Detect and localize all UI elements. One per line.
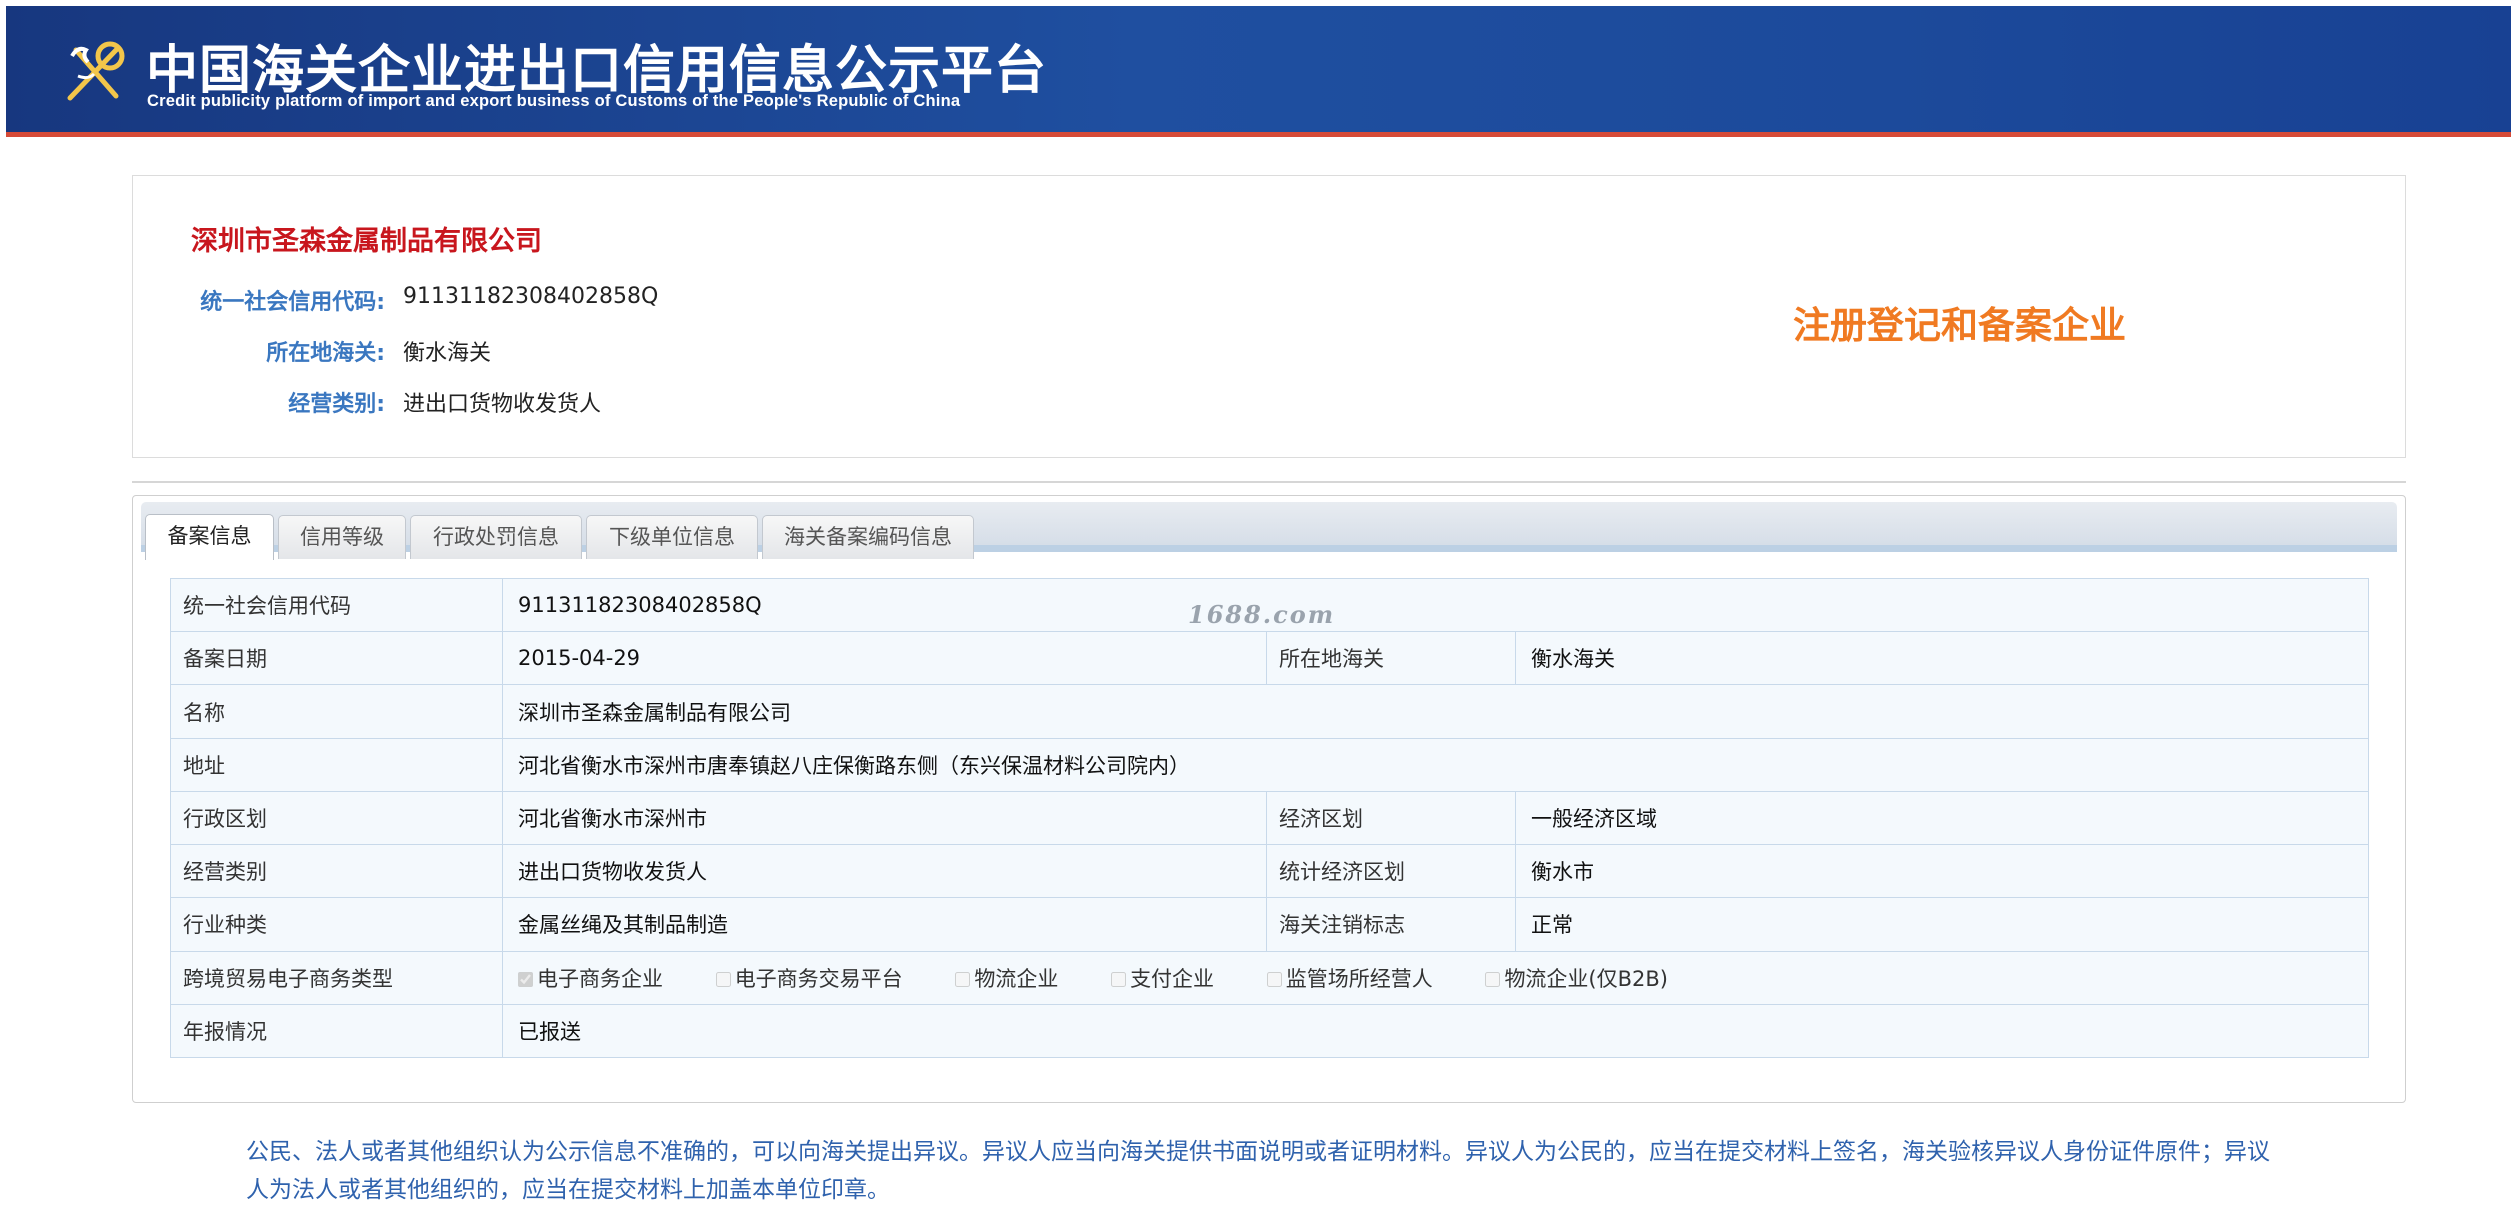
company-summary: 深圳市圣森金属制品有限公司 统一社会信用代码: 9113118230840285…: [132, 175, 2406, 458]
record-date-label: 备案日期: [170, 631, 503, 686]
address-label: 地址: [170, 737, 503, 792]
ecommerce-option-logistics-b2b[interactable]: 物流企业(仅B2B): [1485, 963, 1668, 993]
credit-code-value: 91131182308402858Q: [501, 577, 2370, 633]
business-type-value: 进出口货物收发货人: [502, 844, 1267, 899]
summary-customs-value: 衡水海关: [403, 341, 492, 366]
customs-value: 衡水海关: [1514, 631, 2370, 686]
registration-stamp: 注册登记和备案企业: [1793, 304, 2126, 347]
ecommerce-option-supervision[interactable]: 监管场所经营人: [1266, 963, 1433, 993]
ecommerce-supervision-checkbox[interactable]: [1266, 971, 1282, 987]
watermark: 1688.com: [1188, 600, 1336, 629]
customs-label: 所在地海关: [1266, 631, 1516, 686]
credit-code-label: 统一社会信用代码: [170, 577, 503, 633]
industry-value: 金属丝绳及其制品制造: [502, 897, 1267, 952]
summary-credit-code-value: 91131182308402858Q: [403, 284, 659, 309]
ecommerce-logistics-checkbox[interactable]: [955, 971, 971, 987]
summary-business-type-value: 进出口货物收发货人: [403, 392, 602, 417]
ecommerce-type-label: 跨境贸易电子商务类型: [170, 950, 503, 1005]
ecommerce-platform-checkbox[interactable]: [715, 971, 731, 987]
name-label: 名称: [170, 684, 503, 739]
summary-credit-code-label: 统一社会信用代码:: [200, 290, 385, 315]
company-name: 深圳市圣森金属制品有限公司: [191, 226, 542, 257]
cancel-flag-value: 正常: [1514, 897, 2370, 952]
annual-report-value: 已报送: [501, 1003, 2370, 1059]
tab-customs-code-info[interactable]: 海关备案编码信息: [762, 515, 974, 559]
summary-business-type-label: 经营类别:: [288, 392, 385, 417]
tab-record-info[interactable]: 备案信息: [145, 514, 274, 560]
ecommerce-option-platform[interactable]: 电子商务交易平台: [715, 963, 903, 993]
ecommerce-option-enterprise[interactable]: 电子商务企业: [518, 963, 663, 993]
cancel-flag-label: 海关注销标志: [1266, 897, 1516, 952]
detail-panel: 备案信息 信用等级 行政处罚信息 下级单位信息 海关备案编码信息 统一社会信用代…: [132, 495, 2406, 1103]
admin-region-value: 河北省衡水市深州市: [502, 790, 1267, 846]
stat-zone-label: 统计经济区划: [1266, 844, 1516, 899]
summary-customs-label: 所在地海关:: [266, 341, 385, 366]
tab-admin-penalty[interactable]: 行政处罚信息: [410, 515, 582, 559]
table-row: 行业种类 金属丝绳及其制品制造 海关注销标志 正常: [170, 897, 2370, 952]
address-value: 河北省衡水市深州市唐奉镇赵八庄保衡路东侧（东兴保温材料公司院内）: [501, 737, 2370, 792]
admin-region-label: 行政区划: [170, 790, 503, 846]
business-type-label: 经营类别: [170, 844, 503, 899]
ecommerce-option-logistics[interactable]: 物流企业: [955, 963, 1058, 993]
table-row: 行政区划 河北省衡水市深州市 经济区划 一般经济区域: [170, 790, 2370, 846]
economic-zone-label: 经济区划: [1266, 790, 1516, 846]
ecommerce-type-options: 电子商务企业 电子商务交易平台 物流企业 支付企业 监管场所经营人 物流企业(仅…: [501, 950, 2370, 1005]
table-row: 跨境贸易电子商务类型 电子商务企业 电子商务交易平台 物流企业 支付企业 监管场…: [170, 950, 2370, 1005]
site-header: 中国海关企业进出口信用信息公示平台 Credit publicity platf…: [6, 6, 2511, 137]
name-value: 深圳市圣森金属制品有限公司: [501, 684, 2370, 739]
site-subtitle: Credit publicity platform of import and …: [147, 92, 961, 110]
table-row: 地址 河北省衡水市深州市唐奉镇赵八庄保衡路东侧（东兴保温材料公司院内）: [170, 737, 2370, 792]
table-row: 经营类别 进出口货物收发货人 统计经济区划 衡水市: [170, 844, 2370, 899]
industry-label: 行业种类: [170, 897, 503, 952]
table-row: 名称 深圳市圣森金属制品有限公司: [170, 684, 2370, 739]
ecommerce-payment-checkbox[interactable]: [1111, 971, 1127, 987]
record-date-value: 2015-04-29: [502, 631, 1267, 686]
tab-bar: 备案信息 信用等级 行政处罚信息 下级单位信息 海关备案编码信息: [141, 502, 2397, 560]
stat-zone-value: 衡水市: [1514, 844, 2370, 899]
ecommerce-logistics-b2b-checkbox[interactable]: [1485, 971, 1501, 987]
ecommerce-option-payment[interactable]: 支付企业: [1111, 963, 1214, 993]
tab-subordinate-units[interactable]: 下级单位信息: [586, 515, 758, 559]
section-divider: [132, 481, 2406, 483]
objection-notice: 公民、法人或者其他组织认为公示信息不准确的，可以向海关提出异议。异议人应当向海关…: [246, 1139, 2270, 1203]
table-row: 年报情况 已报送: [170, 1003, 2370, 1059]
ecommerce-enterprise-checkbox[interactable]: [518, 971, 533, 987]
economic-zone-value: 一般经济区域: [1514, 790, 2370, 846]
record-info-table: 统一社会信用代码 91131182308402858Q 备案日期 2015-04…: [170, 577, 2370, 1059]
table-row: 备案日期 2015-04-29 所在地海关 衡水海关: [170, 631, 2370, 686]
tab-credit-rating[interactable]: 信用等级: [278, 515, 406, 559]
annual-report-label: 年报情况: [170, 1003, 503, 1059]
customs-emblem-icon: [67, 41, 125, 101]
